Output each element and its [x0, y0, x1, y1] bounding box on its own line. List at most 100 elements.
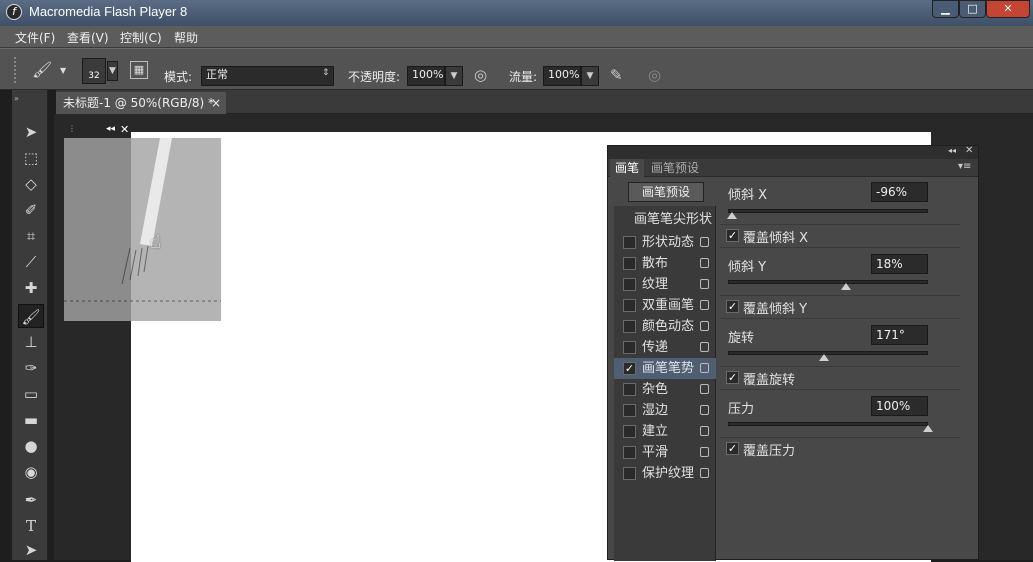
lock-icon[interactable]	[700, 468, 709, 478]
list-item[interactable]: 传递	[614, 337, 716, 358]
lock-icon[interactable]	[700, 321, 709, 331]
blur-tool-icon[interactable]: ●	[18, 434, 44, 458]
list-item[interactable]: 保护纹理	[614, 463, 716, 484]
list-item[interactable]: 平滑	[614, 442, 716, 463]
menu-view[interactable]: 查看(V)	[67, 29, 109, 46]
list-item[interactable]: 颜色动态	[614, 316, 716, 337]
tilt-x-slider[interactable]	[728, 209, 928, 213]
checkbox[interactable]	[623, 383, 636, 396]
eraser-tool-icon[interactable]: ▭	[18, 382, 44, 406]
eyedropper-tool-icon[interactable]: ⟋	[18, 250, 44, 274]
panel-collapse-icon[interactable]: ◂◂	[948, 146, 956, 155]
override-tilt-x-checkbox[interactable]: ✓	[726, 229, 739, 242]
lock-icon[interactable]	[700, 342, 709, 352]
path-selection-tool-icon[interactable]: ➤	[18, 538, 44, 562]
list-item[interactable]: 杂色	[614, 379, 716, 400]
list-item-selected[interactable]: ✓ 画笔笔势	[614, 358, 716, 379]
list-item-tip-shape[interactable]: 画笔笔尖形状	[614, 209, 716, 230]
pressure-opacity-icon[interactable]: ◎	[474, 66, 487, 84]
checkbox[interactable]	[623, 236, 636, 249]
flow-dropdown[interactable]: ▼	[581, 66, 599, 86]
menu-file[interactable]: 文件(F)	[15, 29, 55, 46]
move-tool-icon[interactable]: ➤	[18, 120, 44, 144]
brush-preset-dropdown[interactable]: ▼	[107, 61, 118, 81]
checkbox[interactable]	[623, 320, 636, 333]
marquee-tool-icon[interactable]: ⬚	[18, 146, 44, 170]
checkbox[interactable]	[623, 299, 636, 312]
chevron-down-icon[interactable]: ▼	[60, 66, 66, 75]
lock-icon[interactable]	[700, 258, 709, 268]
healing-brush-tool-icon[interactable]: ✚	[18, 276, 44, 300]
panel-close-icon[interactable]: ✕	[965, 145, 973, 156]
lock-icon[interactable]	[700, 426, 709, 436]
tilt-x-slider-thumb[interactable]	[727, 212, 737, 219]
pressure-slider-thumb[interactable]	[923, 425, 933, 432]
quick-selection-tool-icon[interactable]: ✐	[18, 198, 44, 222]
checkbox[interactable]	[623, 404, 636, 417]
type-tool-icon[interactable]: T	[18, 514, 44, 538]
brush-presets-button[interactable]: 画笔预设	[628, 182, 704, 202]
checkbox[interactable]	[623, 278, 636, 291]
rotation-slider-thumb[interactable]	[819, 354, 829, 361]
pen-tool-icon[interactable]: ✒	[18, 488, 44, 512]
close-icon[interactable]: ✕	[120, 123, 129, 136]
grip-icon[interactable]: ⋮	[68, 124, 76, 133]
document-tab[interactable]: 未标题-1 @ 50%(RGB/8) * ×	[56, 92, 226, 114]
brush-tool-icon[interactable]: 🖌	[32, 60, 52, 79]
rotation-input[interactable]: 171°	[871, 325, 928, 345]
override-tilt-y-checkbox[interactable]: ✓	[726, 300, 739, 313]
pressure-input[interactable]: 100%	[871, 396, 928, 416]
flow-input[interactable]: 100%	[543, 66, 581, 86]
tilt-y-slider-thumb[interactable]	[841, 283, 851, 290]
checkbox[interactable]	[623, 467, 636, 480]
tab-brush[interactable]: 画笔	[610, 159, 645, 177]
gradient-tool-icon[interactable]: ▬	[18, 408, 44, 432]
list-item[interactable]: 散布	[614, 253, 716, 274]
collapse-icon[interactable]: ◂◂	[106, 124, 115, 134]
list-item[interactable]: 湿边	[614, 400, 716, 421]
maximize-button[interactable]: □	[959, 0, 986, 18]
tilt-x-input[interactable]: -96%	[871, 182, 928, 202]
airbrush-icon[interactable]: ✎	[610, 66, 623, 84]
minimize-button[interactable]: ▁	[932, 0, 959, 18]
list-item[interactable]: 建立	[614, 421, 716, 442]
lock-icon[interactable]	[700, 447, 709, 457]
list-item[interactable]: 形状动态	[614, 232, 716, 253]
pressure-slider[interactable]	[728, 422, 928, 426]
lasso-tool-icon[interactable]: ◇	[18, 172, 44, 196]
dodge-tool-icon[interactable]: ◉	[18, 460, 44, 484]
list-item[interactable]: 双重画笔	[614, 295, 716, 316]
override-pressure-checkbox[interactable]: ✓	[726, 442, 739, 455]
expand-toolbox-icon[interactable]: »	[14, 94, 19, 103]
close-button[interactable]: ✕	[986, 0, 1030, 18]
checkbox[interactable]	[623, 257, 636, 270]
brush-panel-toggle-icon[interactable]: ▦	[130, 61, 148, 79]
lock-icon[interactable]	[700, 363, 709, 373]
checkbox[interactable]	[623, 341, 636, 354]
checkbox[interactable]	[623, 446, 636, 459]
tilt-y-input[interactable]: 18%	[871, 254, 928, 274]
brush-size-preset[interactable]: 32	[82, 58, 106, 84]
lock-icon[interactable]	[700, 237, 709, 247]
tab-close-icon[interactable]: ×	[211, 92, 221, 114]
lock-icon[interactable]	[700, 405, 709, 415]
grip-handle[interactable]	[14, 57, 18, 83]
checkbox[interactable]	[623, 425, 636, 438]
panel-menu-icon[interactable]: ▾≡	[958, 161, 971, 172]
brush-tool-icon[interactable]: 🖌	[18, 304, 44, 328]
list-item[interactable]: 纹理	[614, 274, 716, 295]
opacity-input[interactable]: 100%	[407, 66, 445, 86]
lock-icon[interactable]	[700, 300, 709, 310]
tab-brush-presets[interactable]: 画笔预设	[646, 159, 704, 177]
opacity-dropdown[interactable]: ▼	[445, 66, 463, 86]
menu-control[interactable]: 控制(C)	[120, 29, 162, 46]
menu-help[interactable]: 帮助	[174, 29, 198, 46]
history-brush-tool-icon[interactable]: ✑	[18, 356, 44, 380]
override-rotation-checkbox[interactable]: ✓	[726, 371, 739, 384]
mode-select[interactable]: 正常	[201, 66, 334, 86]
crop-tool-icon[interactable]: ⌗	[18, 224, 44, 248]
tilt-y-slider[interactable]	[728, 280, 928, 284]
lock-icon[interactable]	[700, 384, 709, 394]
checkbox-checked[interactable]: ✓	[623, 362, 636, 375]
lock-icon[interactable]	[700, 279, 709, 289]
